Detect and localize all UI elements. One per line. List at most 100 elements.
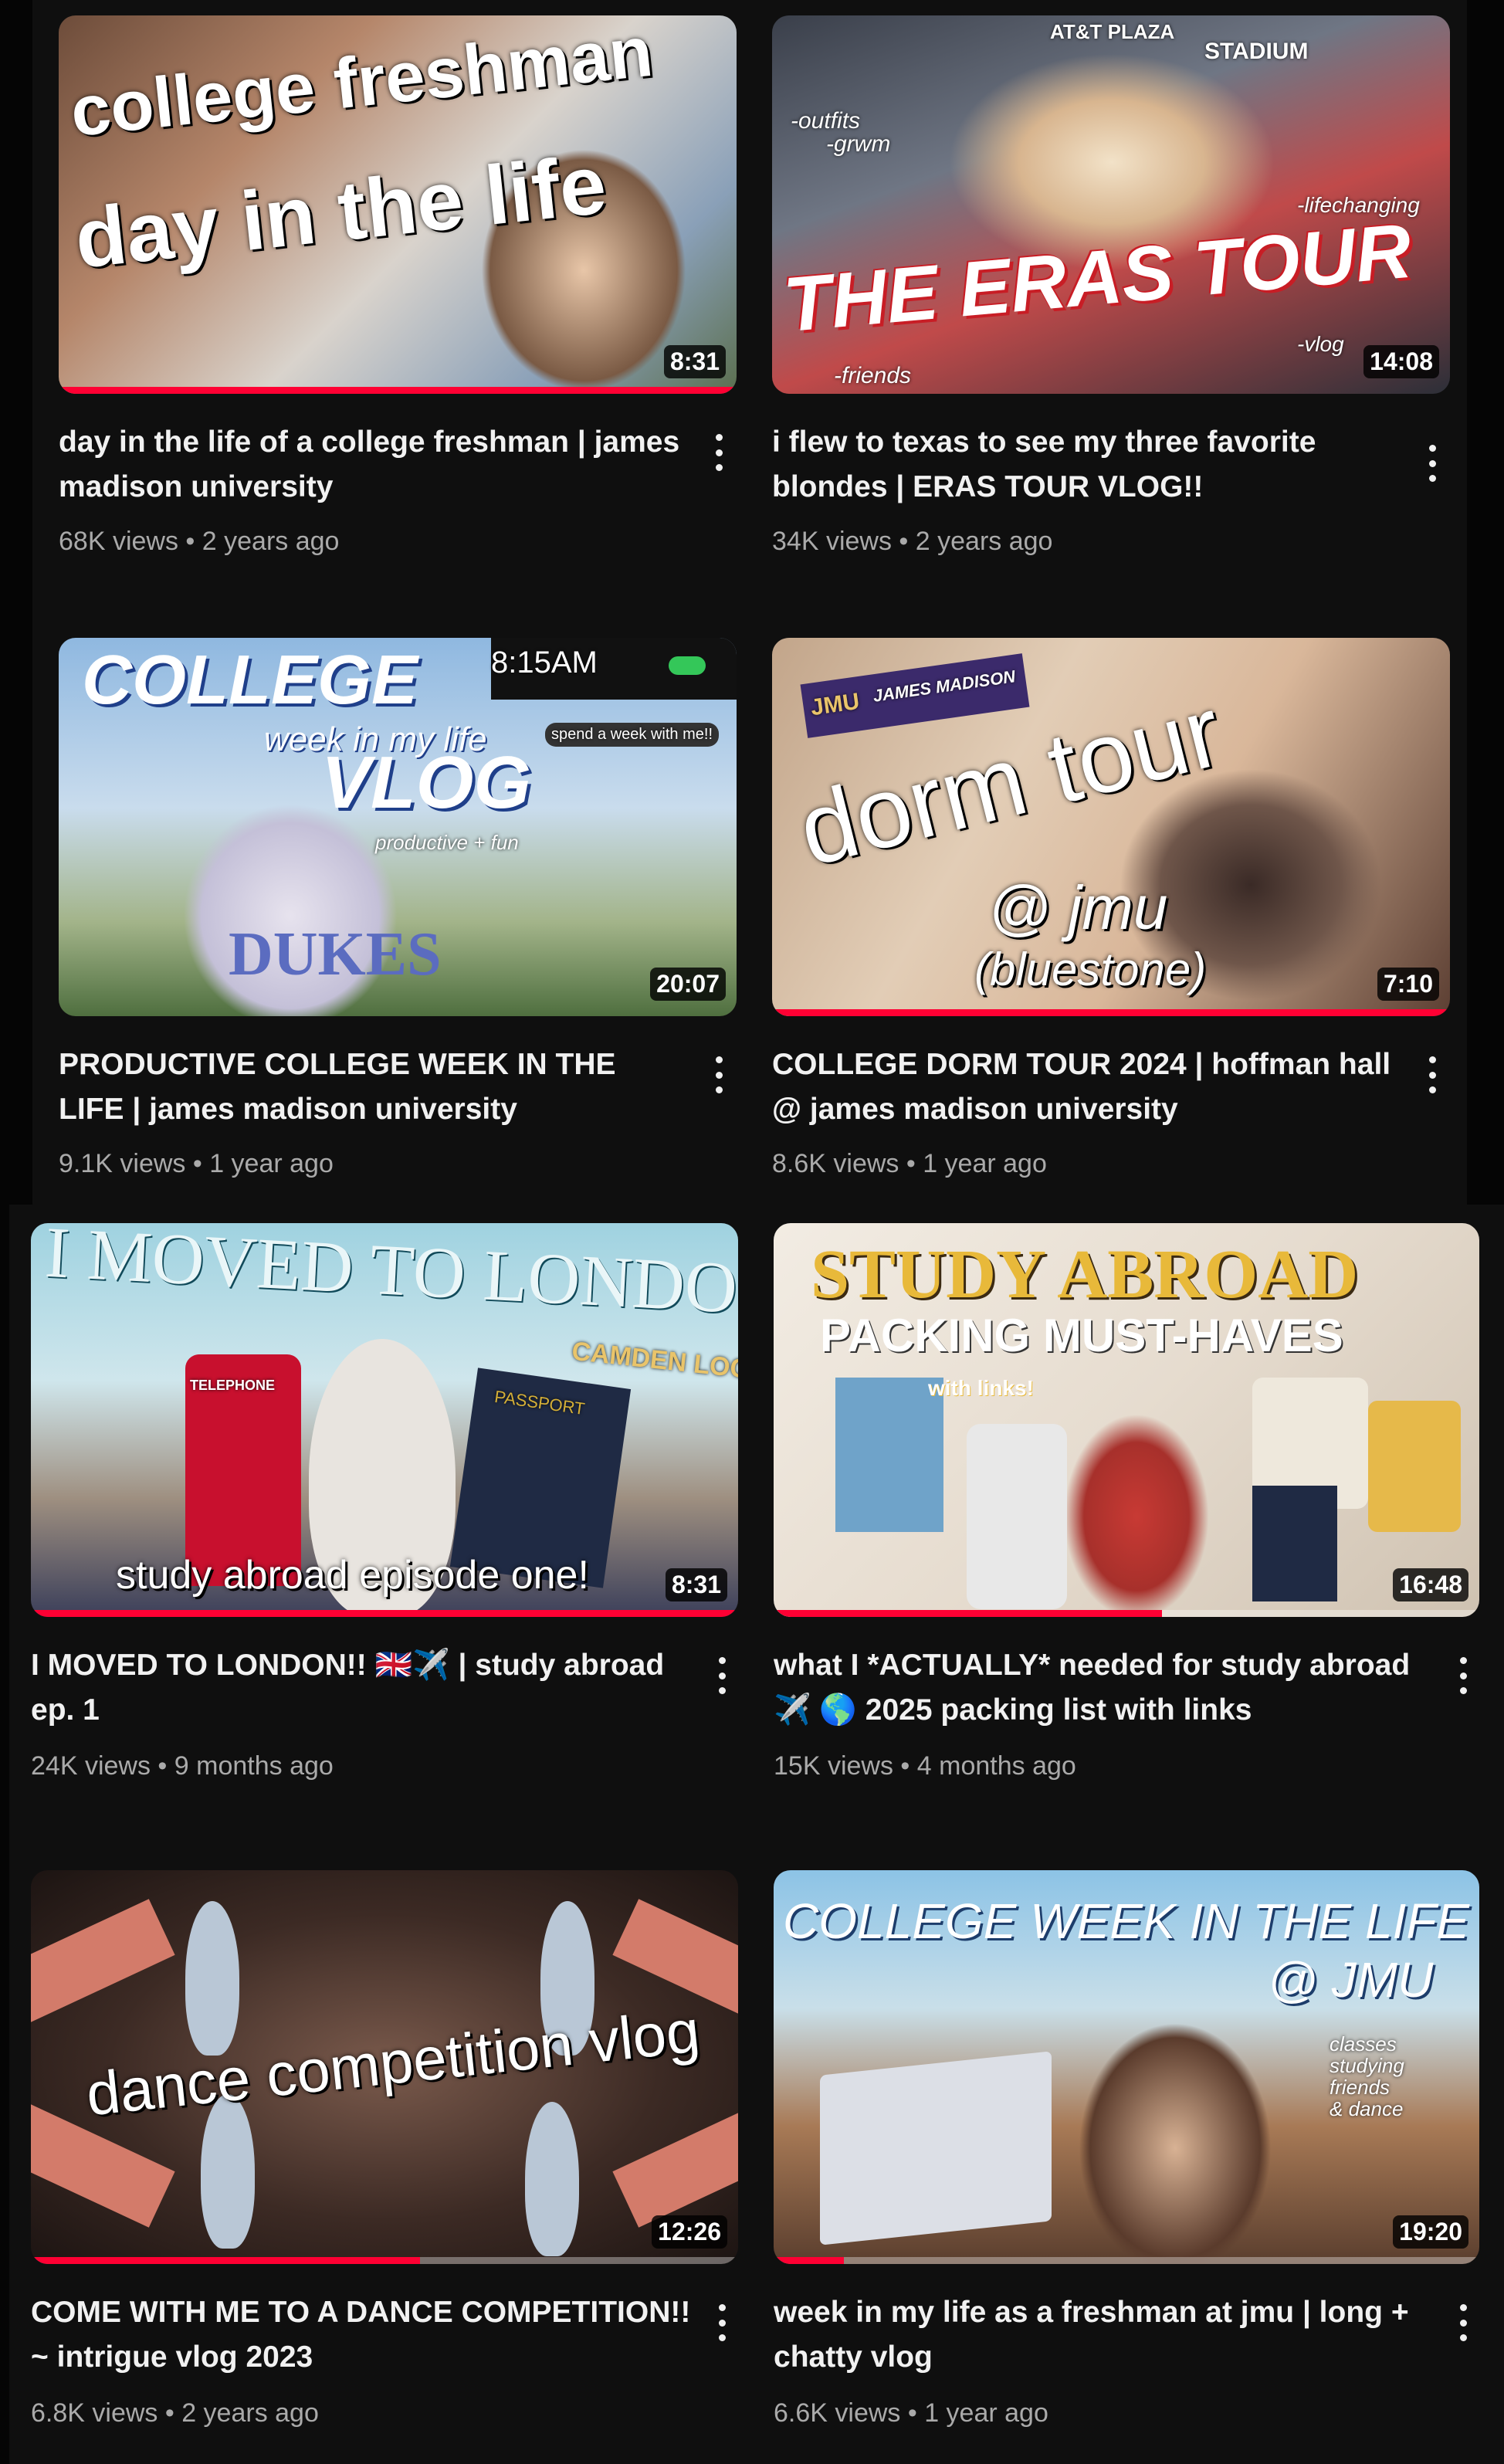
thumbnail-label: -friends [834,363,912,388]
view-count: 9.1K views [59,1149,186,1178]
thumbnail-person [201,2094,255,2249]
video-title[interactable]: day in the life of a college freshman | … [59,420,684,510]
luggage-icon [967,1424,1067,1609]
video-title[interactable]: COLLEGE DORM TOUR 2024 | hoffman hall @ … [772,1042,1397,1132]
upload-age: 2 years ago [181,2398,319,2428]
video-thumbnail[interactable]: 8:15AM COLLEGE week in my life spend a w… [59,638,737,1016]
more-vertical-icon[interactable] [1451,1651,1475,1700]
video-card[interactable]: TELEPHONE PASSPORT CAMDEN LOCK I MOVED T… [31,1223,738,1795]
video-meta: 34K views • 2 years ago [772,527,1052,557]
thumbnail-label: studying [1330,2054,1404,2077]
more-vertical-icon[interactable] [1421,439,1444,488]
upload-age: 2 years ago [202,527,340,556]
thumbnail-text: study abroad episode one! [116,1553,589,1598]
more-vertical-icon[interactable] [710,1651,733,1700]
watch-progress-bar [772,1009,1450,1016]
thumbnail-text: PACKING MUST-HAVES [820,1310,1343,1361]
video-thumbnail[interactable]: COLLEGE WEEK IN THE LIFE @ JMU classes s… [774,1870,1479,2264]
video-duration: 16:48 [1393,1568,1468,1601]
video-grid-screenshot: college freshman day in the life 8:31 da… [0,0,1504,2464]
thumbnail-label: -grwm [826,131,891,157]
watch-progress-bar [774,1610,1162,1617]
thumbnail-text: @ jmu [988,873,1168,942]
video-duration: 8:31 [663,345,726,378]
thumbnail-text: DUKES [229,920,442,988]
video-duration: 14:08 [1363,345,1439,378]
thumbnail-label: productive + fun [375,831,519,854]
more-vertical-icon[interactable] [1451,2298,1475,2347]
thumbnail-label: AT&T PLAZA [1050,20,1175,43]
thumbnail-text: COLLEGE [82,642,418,719]
upload-age: 9 months ago [174,1751,334,1781]
watch-progress-bar [31,1610,738,1617]
thumbnail-label: -vlog [1297,332,1344,356]
toggle-icon [669,656,706,675]
thumbnail-text: VLOG [321,741,532,824]
right-gutter [1467,0,1504,1205]
video-meta: 6.6K views • 1 year ago [774,2398,1048,2428]
upload-age: 4 months ago [916,1751,1076,1781]
video-meta: 9.1K views • 1 year ago [59,1149,334,1179]
video-card[interactable]: dance competition vlog 12:26 COME WITH M… [31,1870,738,2442]
video-title[interactable]: what I *ACTUALLY* needed for study abroa… [774,1643,1438,1733]
video-card[interactable]: college freshman day in the life 8:31 da… [59,15,737,571]
watch-progress-bar [774,2257,845,2264]
view-count: 6.6K views [774,2398,901,2428]
upload-age: 1 year ago [209,1149,334,1178]
video-card[interactable]: COLLEGE WEEK IN THE LIFE @ JMU classes s… [774,1870,1479,2442]
video-duration: 8:31 [665,1568,727,1601]
bottom-left-gutter [0,1205,9,2464]
thumbnail-text: (bluestone) [974,944,1207,995]
watch-progress-bar [59,387,737,394]
video-thumbnail[interactable]: TELEPHONE PASSPORT CAMDEN LOCK I MOVED T… [31,1223,738,1617]
video-title[interactable]: COME WITH ME TO A DANCE COMPETITION!! ~ … [31,2290,695,2380]
video-card[interactable]: AT&T PLAZA STADIUM -outfits -grwm -lifec… [772,15,1450,571]
thumbnail-label: STADIUM [1204,39,1309,64]
video-card[interactable]: JMU JAMES MADISON dorm tour @ jmu (blues… [772,638,1450,1194]
watch-progress-track [774,2257,1479,2264]
upload-age: 2 years ago [915,527,1053,556]
video-title[interactable]: week in my life as a freshman at jmu | l… [774,2290,1438,2380]
meta-separator: • [158,2398,182,2428]
thumbnail-label: 8:15AM [491,646,598,680]
meta-separator: • [150,1751,174,1781]
view-count: 6.8K views [31,2398,158,2428]
thumbnail-person [185,1901,239,2056]
view-count: 68K views [59,527,178,556]
video-meta: 8.6K views • 1 year ago [772,1149,1047,1179]
video-title[interactable]: i flew to texas to see my three favorite… [772,420,1397,510]
upload-age: 1 year ago [923,1149,1047,1178]
video-thumbnail[interactable]: dance competition vlog 12:26 [31,1870,738,2264]
video-duration: 7:10 [1377,968,1439,1001]
more-vertical-icon[interactable] [1421,1050,1444,1100]
video-thumbnail[interactable]: AT&T PLAZA STADIUM -outfits -grwm -lifec… [772,15,1450,394]
thumbnail-text: STUDY ABROAD [811,1236,1359,1313]
watch-progress-bar [31,2257,420,2264]
meta-separator: • [899,1149,923,1178]
thumbnail-label: with links! [928,1376,1034,1400]
thumbnail-label: -outfits [791,108,861,134]
video-thumbnail[interactable]: JMU JAMES MADISON dorm tour @ jmu (blues… [772,638,1450,1016]
more-vertical-icon[interactable] [707,428,730,477]
video-thumbnail[interactable]: STUDY ABROAD PACKING MUST-HAVES with lin… [774,1223,1479,1617]
video-duration: 19:20 [1393,2215,1468,2249]
video-title[interactable]: PRODUCTIVE COLLEGE WEEK IN THE LIFE | ja… [59,1042,684,1132]
more-vertical-icon[interactable] [707,1050,730,1100]
meta-separator: • [178,527,202,556]
thumbnail-text: COLLEGE WEEK IN THE LIFE [783,1893,1470,1949]
video-meta: 6.8K views • 2 years ago [31,2398,319,2428]
thumbnail-label: friends [1330,2076,1391,2099]
video-thumbnail[interactable]: college freshman day in the life 8:31 [59,15,737,394]
video-card[interactable]: STUDY ABROAD PACKING MUST-HAVES with lin… [774,1223,1479,1795]
thumbnail-text: @ JMU [1268,1952,1434,2008]
video-title[interactable]: I MOVED TO LONDON!! 🇬🇧✈️ | study abroad … [31,1643,695,1733]
video-card[interactable]: 8:15AM COLLEGE week in my life spend a w… [59,638,737,1194]
view-count: 15K views [774,1751,893,1781]
thumbnail-label: classes [1330,2032,1397,2056]
video-meta: 24K views • 9 months ago [31,1751,334,1781]
more-vertical-icon[interactable] [710,2298,733,2347]
video-meta: 15K views • 4 months ago [774,1751,1076,1781]
left-gutter [0,0,32,1205]
meta-separator: • [893,1751,917,1781]
thumbnail-label: spend a week with me!! [545,723,719,747]
